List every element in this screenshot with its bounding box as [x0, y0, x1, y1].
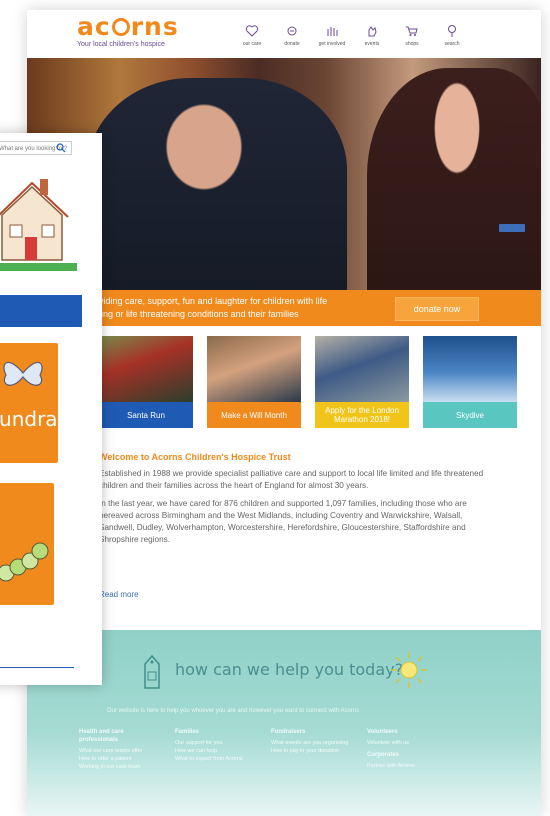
hero-carer-photo: [367, 68, 541, 290]
help-column-fundraisers: Fundraisers What events are you organisi…: [271, 728, 351, 771]
nav-item-our-care[interactable]: our care: [235, 24, 269, 47]
help-section: how can we help you today? Our website i…: [27, 630, 541, 816]
site-header: ac rns Your local children's hospice our …: [27, 10, 541, 58]
welcome-title: Welcome to Acorns Children's Hospice Tru…: [99, 452, 291, 462]
hero-slide-button[interactable]: [499, 224, 525, 232]
side-divider: [0, 667, 74, 668]
help-title: how can we help you today?: [175, 660, 404, 679]
mission-text: Providing care, support, fun and laughte…: [85, 296, 328, 319]
help-link[interactable]: What events are you organising: [271, 739, 351, 747]
help-column-heading: Corporates: [367, 752, 400, 758]
tile-caption: Santa Run: [99, 402, 193, 428]
nav-label: search: [444, 41, 460, 47]
donate-icon: [287, 26, 297, 36]
tile-image: [315, 336, 409, 402]
nav-item-get-involved[interactable]: get involved: [315, 24, 349, 47]
fundraising-tile[interactable]: fundraising: [0, 343, 102, 463]
hero-child-photo: [87, 78, 347, 290]
nav-label: donate: [284, 41, 300, 47]
main-nav: our care donate get involved events shop…: [235, 24, 475, 47]
help-link[interactable]: How we can help: [175, 747, 255, 755]
help-column-volunteers: Volunteers Volunteer with us Corporates …: [367, 728, 447, 771]
read-more-link[interactable]: Read more: [99, 590, 139, 599]
homepage-card: ac rns Your local children's hospice our …: [27, 10, 541, 816]
tile-london-marathon[interactable]: Apply for the London Marathon 2018!: [315, 336, 409, 428]
help-columns: Health and care professionals What our c…: [79, 728, 447, 771]
side-nav-bar[interactable]: [0, 295, 82, 327]
help-column-families: Families Our support for you How we can …: [175, 728, 255, 771]
acorn-tag-icon: [144, 654, 160, 689]
nav-item-events[interactable]: events: [355, 24, 389, 47]
tile-make-a-will[interactable]: Make a Will Month: [207, 336, 301, 428]
caterpillar-tile[interactable]: [0, 483, 54, 605]
caterpillar-icon: [0, 542, 49, 582]
help-link[interactable]: Our support for you: [175, 739, 255, 747]
help-link[interactable]: Volunteer with us: [367, 739, 447, 747]
welcome-paragraph-2: In the last year, we have cared for 876 …: [99, 499, 467, 544]
promo-tiles: Santa Run Make a Will Month Apply for th…: [99, 336, 517, 428]
help-column-heading: Fundraisers: [271, 729, 306, 735]
help-link[interactable]: How to refer a patient: [79, 755, 159, 763]
nav-item-shops[interactable]: shops: [395, 24, 429, 47]
house-drawing-icon: [0, 179, 77, 271]
help-link[interactable]: Working in our care team: [79, 763, 159, 771]
nav-item-search[interactable]: search: [435, 24, 469, 47]
tile-image: [99, 336, 193, 402]
search-icon[interactable]: [56, 143, 66, 153]
help-column-professionals: Health and care professionals What our c…: [79, 728, 159, 771]
cart-icon: [406, 26, 418, 36]
hero-image: [27, 58, 541, 290]
hands-icon: [327, 27, 338, 36]
nav-label: get involved: [318, 41, 346, 47]
help-column-heading: Families: [175, 729, 200, 735]
tile-caption: Make a Will Month: [207, 402, 301, 428]
nav-label: our care: [242, 41, 262, 47]
help-column-heading: Volunteers: [367, 729, 398, 735]
donate-now-button[interactable]: donate now: [395, 297, 479, 321]
help-link[interactable]: How to pay in your donation: [271, 747, 351, 755]
tile-image: [423, 336, 517, 402]
tile-image: [207, 336, 301, 402]
logo-tagline: Your local children's hospice: [77, 41, 165, 48]
welcome-paragraph-1: Established in 1988 we provide specialis…: [99, 469, 484, 490]
nav-label: events: [364, 41, 380, 47]
hand-icon: [368, 26, 377, 37]
tile-caption: Apply for the London Marathon 2018!: [315, 402, 409, 428]
help-subtitle: Our website is here to help you whoever …: [107, 708, 360, 714]
butterfly-icon: [3, 361, 43, 386]
sun-icon: [391, 652, 427, 688]
heart-icon: [245, 25, 259, 37]
help-link[interactable]: Partner with Acorns: [367, 762, 447, 770]
tile-caption: Skydive: [423, 402, 517, 428]
nav-item-donate[interactable]: donate: [275, 24, 309, 47]
acorns-logo[interactable]: ac rns Your local children's hospice: [77, 12, 187, 49]
help-column-heading: Health and care professionals: [79, 729, 124, 743]
tile-santa-run[interactable]: Santa Run: [99, 336, 193, 428]
help-link[interactable]: What our care teams offer: [79, 747, 159, 755]
welcome-section: Welcome to Acorns Children's Hospice Tru…: [99, 452, 489, 546]
nav-label: shops: [405, 41, 419, 47]
mission-banner: Providing care, support, fun and laughte…: [27, 290, 541, 326]
search-icon: [448, 25, 456, 37]
side-page-card: What are you looking for? fundraising: [0, 133, 102, 685]
fundraising-text: fundraising: [0, 407, 102, 431]
help-link[interactable]: What to expect from Acorns: [175, 755, 255, 763]
tile-skydive[interactable]: Skydive: [423, 336, 517, 428]
logo-wordmark: ac rns: [77, 12, 179, 41]
